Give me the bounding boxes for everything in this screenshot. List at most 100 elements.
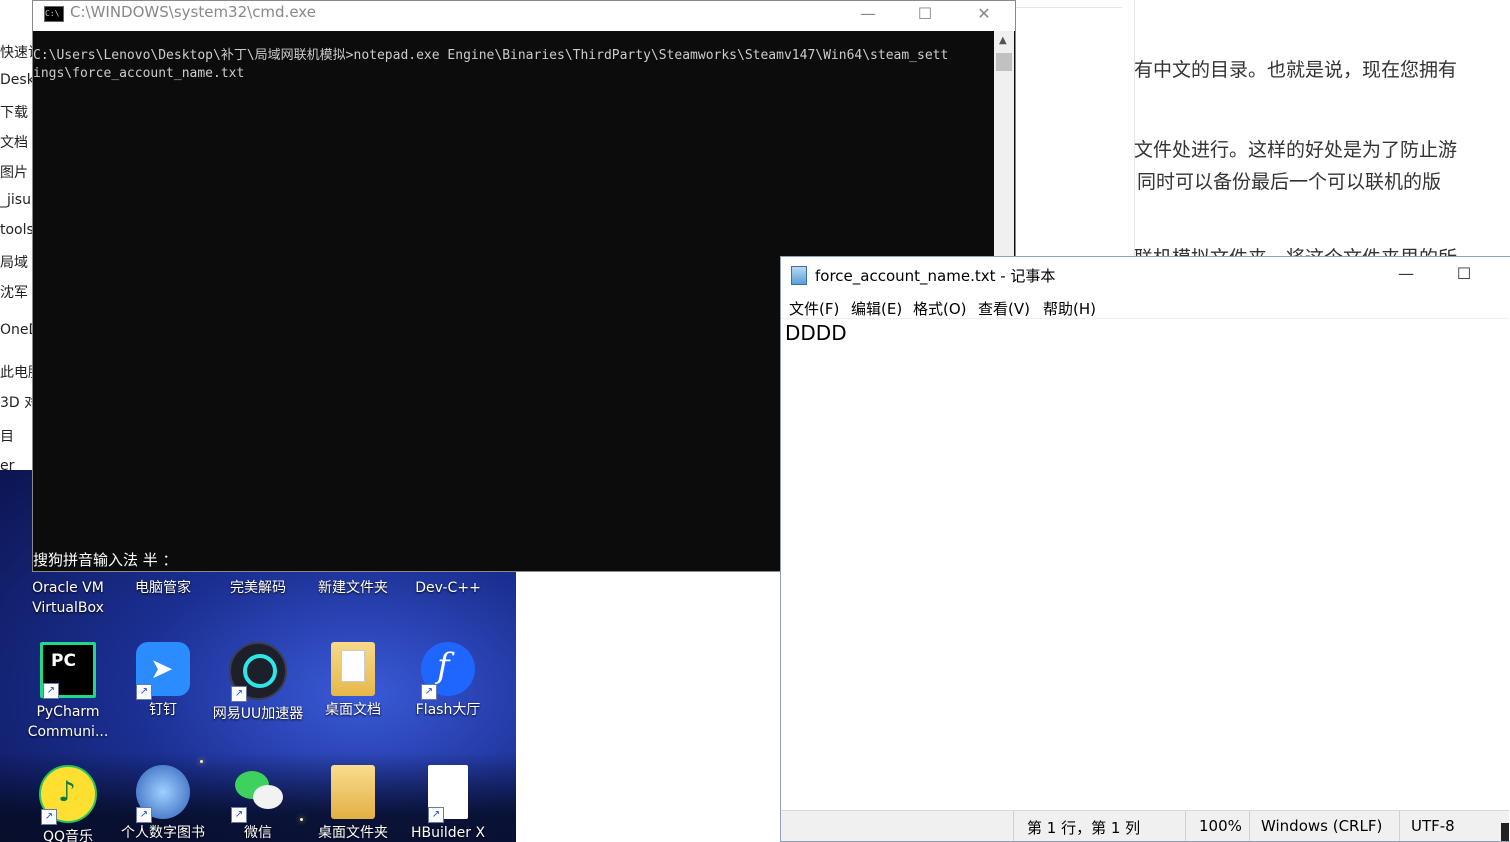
scrollbar-thumb[interactable] xyxy=(996,53,1012,71)
status-separator xyxy=(1249,811,1250,841)
shortcut-arrow-icon: ↗ xyxy=(231,686,247,702)
notepad-text-area[interactable]: DDDD xyxy=(781,318,1509,810)
menu-format[interactable]: 格式(O) xyxy=(913,298,967,319)
desktop-icon-desktop-docs[interactable]: 桌面文档 xyxy=(307,642,399,720)
maximize-button[interactable]: ☐ xyxy=(1441,257,1487,291)
status-separator xyxy=(1399,811,1400,841)
menu-file[interactable]: 文件(F) xyxy=(789,298,839,319)
desktop-icon-pycharm[interactable]: PC ↗ PyCharm Communi... xyxy=(22,642,114,742)
qq-music-icon: ♪ ↗ xyxy=(39,765,97,825)
console-line: C:\Users\Lenovo\Desktop\补丁\局域网联机模拟>notep… xyxy=(33,48,949,63)
sidebar-item-documents[interactable]: 文档 xyxy=(0,132,28,152)
desktop-icon-flash-center[interactable]: f ↗ Flash大厅 xyxy=(402,642,494,720)
status-zoom: 100% xyxy=(1199,817,1242,835)
wallpaper-firefly xyxy=(200,760,203,763)
folder-icon xyxy=(331,765,375,819)
notepad-window[interactable]: force_account_name.txt - 记事本 — ☐ 文件(F) 编… xyxy=(780,256,1510,842)
sidebar-item-shenjun[interactable]: 沈军 xyxy=(0,282,28,302)
sidebar-item-downloads[interactable]: 下载 xyxy=(0,102,28,122)
cmd-window-title: C:\WINDOWS\system32\cmd.exe xyxy=(70,3,316,21)
wechat-icon: ↗ xyxy=(231,765,285,823)
shortcut-arrow-icon: ↗ xyxy=(428,807,444,823)
menu-edit[interactable]: 编辑(E) xyxy=(851,298,902,319)
desktop-icon-digital-library[interactable]: ↗ 个人数字图书 xyxy=(117,765,209,842)
desktop-icon-label: Dev-C++ xyxy=(415,580,481,596)
maximize-button[interactable]: ☐ xyxy=(902,1,948,31)
ime-status-bar: 搜狗拼音输入法 半 ： xyxy=(33,551,178,569)
shortcut-arrow-icon: ↗ xyxy=(136,807,152,823)
shortcut-arrow-icon: ↗ xyxy=(421,684,437,700)
desktop-icon-dingtalk[interactable]: ➤ ↗ 钉钉 xyxy=(117,642,209,720)
cmd-app-icon: C:\ xyxy=(44,6,64,22)
desktop-icon-label: 新建文件夹 xyxy=(318,580,388,596)
close-button[interactable]: ✕ xyxy=(961,1,1007,31)
pycharm-icon: PC ↗ xyxy=(40,642,96,699)
sidebar-item-quick-access[interactable]: 快速访 xyxy=(0,42,34,62)
desktop-icon-label: 钉钉 xyxy=(149,702,177,718)
status-separator xyxy=(1013,811,1014,841)
file-icon: ↗ xyxy=(428,765,468,823)
desktop-icon-label: Flash大厅 xyxy=(415,702,481,718)
sidebar-item-desktop[interactable]: Desk xyxy=(0,72,34,88)
status-line-ending: Windows (CRLF) xyxy=(1261,817,1383,835)
explorer-sidebar: 快速访 Desk 下载 文档 图片 _jisu tools 局域 沈军 OneD… xyxy=(0,0,34,548)
background-vertical-divider xyxy=(1134,0,1135,260)
desktop-icon-label: 电脑管家 xyxy=(135,580,191,596)
pycharm-logo-text: PC xyxy=(51,651,76,671)
minimize-button[interactable]: — xyxy=(1383,257,1429,291)
desktop-icon-label: PyCharm Communi... xyxy=(27,704,109,740)
flash-icon: f ↗ xyxy=(421,642,475,700)
sidebar-item-pictures[interactable]: 图片 xyxy=(0,162,28,182)
desktop-icon-label: Oracle VM VirtualBox xyxy=(32,580,104,616)
desktop-icon-new-folder[interactable]: 新建文件夹 xyxy=(307,578,399,598)
desktop-icon-label: 网易UU加速器 xyxy=(212,706,304,722)
uu-booster-icon: ↗ xyxy=(229,642,287,702)
dingtalk-icon: ➤ ↗ xyxy=(136,642,190,700)
desktop-icon-label: HBuilder X xyxy=(410,825,486,841)
sidebar-item-onedrive[interactable]: OneD xyxy=(0,322,34,338)
cmd-console-output[interactable]: C:\Users\Lenovo\Desktop\补丁\局域网联机模拟>notep… xyxy=(33,47,993,83)
status-cursor-position: 第 1 行，第 1 列 xyxy=(1027,819,1141,837)
sidebar-item-this-pc[interactable]: 此电脑 xyxy=(0,362,34,382)
desktop-icon-pc-manager[interactable]: 电脑管家 xyxy=(117,578,209,598)
sidebar-item-3d-objects[interactable]: 3D 对 xyxy=(0,392,34,412)
console-line: ings\force_account_name.txt xyxy=(33,66,245,81)
background-divider xyxy=(1014,7,1122,8)
doc-line-1: 有中文的目录。也就是说，现在您拥有 xyxy=(1134,59,1458,81)
desktop-icon-label: 桌面文件夹 xyxy=(318,825,388,841)
shortcut-arrow-icon: ↗ xyxy=(231,807,247,823)
doc-line-3: 同时可以备份最后一个可以联机的版 xyxy=(1137,171,1442,193)
status-encoding: UTF-8 xyxy=(1411,817,1455,835)
folder-icon xyxy=(331,642,375,696)
desktop-icon-devcpp[interactable]: Dev-C++ xyxy=(402,578,494,598)
menu-help[interactable]: 帮助(H) xyxy=(1043,298,1096,319)
minimize-button[interactable]: — xyxy=(845,1,891,31)
sidebar-item-misc[interactable]: 目 xyxy=(0,426,14,446)
notepad-window-title: force_account_name.txt - 记事本 xyxy=(815,267,1056,285)
desktop-icon-qq-music[interactable]: ♪ ↗ QQ音乐 xyxy=(22,765,114,842)
sidebar-item-tools[interactable]: tools xyxy=(0,222,34,238)
sidebar-item-jisu[interactable]: _jisu xyxy=(0,192,31,208)
desktop-icon-label: 微信 xyxy=(244,825,272,841)
notepad-menubar: 文件(F) 编辑(E) 格式(O) 查看(V) 帮助(H) xyxy=(781,295,1510,319)
desktop-icon-potplayer[interactable]: 完美解码 xyxy=(212,578,304,598)
desktop-icon-hbuilderx[interactable]: ↗ HBuilder X xyxy=(402,765,494,842)
scroll-up-arrow-icon[interactable]: ▲ xyxy=(999,35,1007,46)
desktop-icon-label: 桌面文档 xyxy=(325,702,381,718)
resize-grip-icon[interactable] xyxy=(1501,823,1509,841)
sidebar-item-lan[interactable]: 局域 xyxy=(0,252,28,272)
shortcut-arrow-icon: ↗ xyxy=(136,684,152,700)
cmd-titlebar[interactable]: C:\ C:\WINDOWS\system32\cmd.exe — ☐ ✕ xyxy=(33,1,1015,31)
desktop-icon-uu-booster[interactable]: ↗ 网易UU加速器 xyxy=(212,642,304,724)
notepad-statusbar: 第 1 行，第 1 列 100% Windows (CRLF) UTF-8 xyxy=(781,810,1509,841)
desktop-icon-label: 个人数字图书 xyxy=(121,825,205,841)
status-separator xyxy=(1185,811,1186,841)
menu-view[interactable]: 查看(V) xyxy=(978,298,1030,319)
desktop-icon-desktop-folder[interactable]: 桌面文件夹 xyxy=(307,765,399,842)
notepad-icon xyxy=(791,266,807,285)
desktop-icon-label: 完美解码 xyxy=(230,580,286,596)
notepad-titlebar[interactable]: force_account_name.txt - 记事本 — ☐ xyxy=(781,257,1510,291)
desktop-icon-wechat[interactable]: ↗ 微信 xyxy=(212,765,304,842)
desktop-icon-label: QQ音乐 xyxy=(42,829,94,842)
desktop-icon-virtualbox[interactable]: Oracle VM VirtualBox xyxy=(22,578,114,618)
